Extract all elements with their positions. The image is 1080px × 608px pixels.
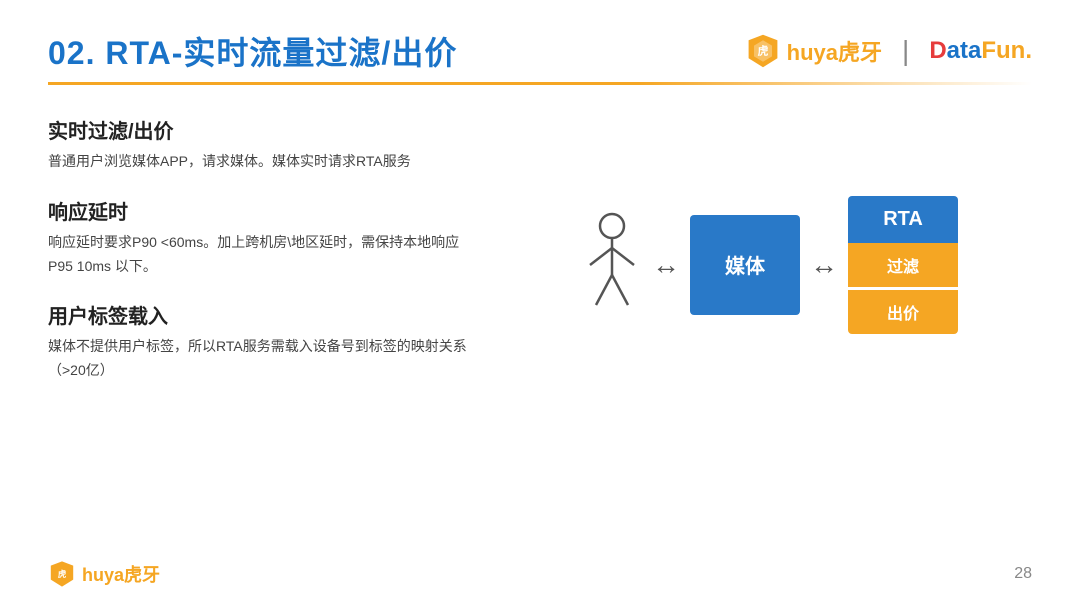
section-tags: 用户标签载入 媒体不提供用户标签，所以RTA服务需载入设备号到标签的映射关系（>… — [48, 300, 468, 383]
huya-logo: 虎 huya虎牙 — [745, 33, 882, 69]
page-title: 02. RTA-实时流量过滤/出价 — [48, 28, 457, 74]
page-header: 02. RTA-实时流量过滤/出价 虎 huya虎牙 | DataFun. — [0, 0, 1080, 74]
huya-icon: 虎 — [745, 33, 781, 69]
section-filter-body: 普通用户浏览媒体APP，请求媒体。媒体实时请求RTA服务 — [48, 150, 468, 174]
section-latency: 响应延时 响应延时要求P90 <60ms。加上跨机房\地区延时，需保持本地响应 … — [48, 196, 468, 279]
rta-header: RTA — [848, 196, 958, 243]
rta-container: RTA 过滤 出价 — [848, 196, 958, 334]
section-latency-title: 响应延时 — [48, 196, 468, 225]
diagram-container: ↔ 媒体 ↔ RTA 过滤 出价 — [582, 196, 958, 334]
datafun-logo: DataFun. — [929, 37, 1032, 65]
right-diagram: ↔ 媒体 ↔ RTA 过滤 出价 — [508, 115, 1032, 405]
footer-huya-icon: 虎 — [48, 560, 76, 588]
section-filter-title: 实时过滤/出价 — [48, 115, 468, 144]
logos-area: 虎 huya虎牙 | DataFun. — [745, 33, 1032, 69]
stick-figure — [582, 210, 642, 320]
arrow-media-to-rta: ↔ — [810, 249, 838, 281]
svg-text:虎: 虎 — [58, 569, 67, 579]
page-footer: 虎 huya虎牙 28 — [48, 560, 1032, 588]
svg-text:虎: 虎 — [757, 45, 768, 58]
arrow-person-to-media: ↔ — [652, 249, 680, 281]
section-tags-body: 媒体不提供用户标签，所以RTA服务需载入设备号到标签的映射关系（>20亿） — [48, 335, 468, 383]
footer-huya-logo: 虎 huya虎牙 — [48, 560, 160, 588]
section-filter: 实时过滤/出价 普通用户浏览媒体APP，请求媒体。媒体实时请求RTA服务 — [48, 115, 468, 174]
section-latency-body: 响应延时要求P90 <60ms。加上跨机房\地区延时，需保持本地响应 P95 1… — [48, 231, 468, 279]
title-underline — [48, 82, 1032, 85]
rta-bid-box: 出价 — [848, 290, 958, 334]
rta-filter-box: 过滤 — [848, 243, 958, 287]
main-content: 实时过滤/出价 普通用户浏览媒体APP，请求媒体。媒体实时请求RTA服务 响应延… — [0, 95, 1080, 405]
logo-divider: | — [902, 35, 909, 67]
section-tags-title: 用户标签载入 — [48, 300, 468, 329]
media-box: 媒体 — [690, 215, 800, 315]
huya-text: huya虎牙 — [787, 35, 882, 67]
page-number: 28 — [1014, 565, 1032, 583]
footer-logo-text: huya虎牙 — [82, 561, 160, 587]
left-text-content: 实时过滤/出价 普通用户浏览媒体APP，请求媒体。媒体实时请求RTA服务 响应延… — [48, 115, 468, 405]
